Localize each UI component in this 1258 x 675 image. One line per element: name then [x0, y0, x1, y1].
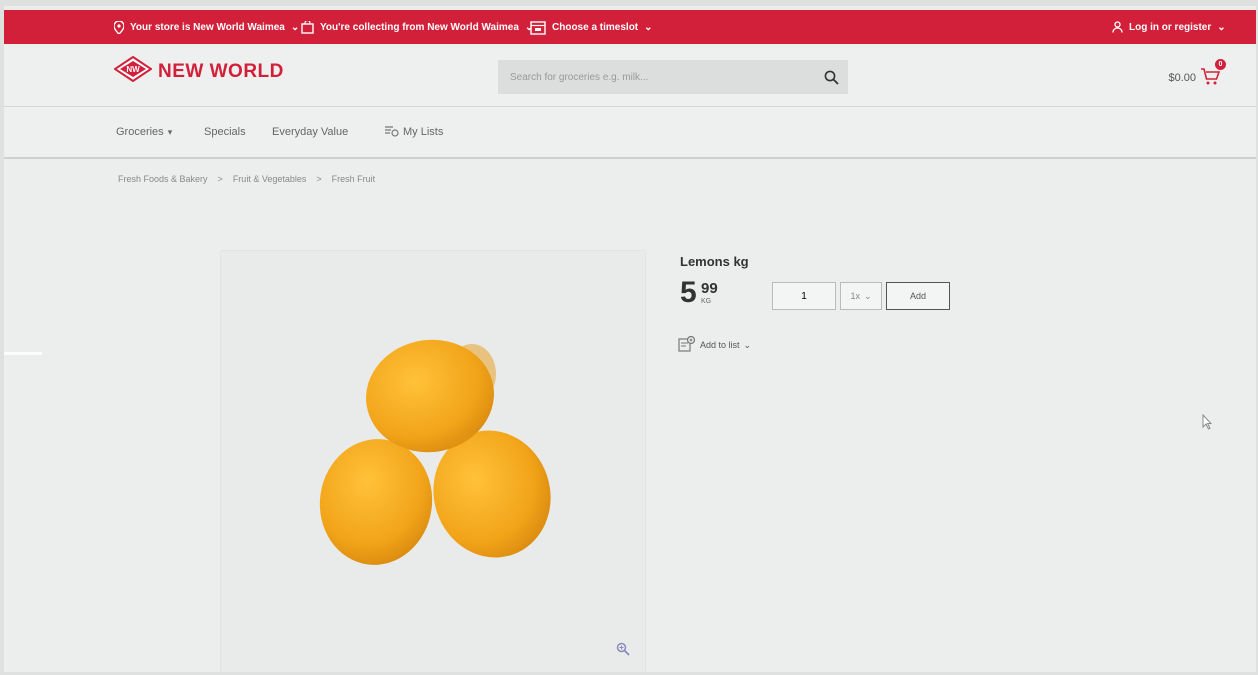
- unit-select[interactable]: 1x ⌄: [840, 282, 882, 310]
- zoom-icon[interactable]: [616, 642, 630, 661]
- search-icon[interactable]: [814, 70, 848, 85]
- store-label: Your store is New World Waimea: [130, 21, 285, 33]
- chevron-down-icon: ⌄: [1217, 21, 1226, 33]
- nav-my-lists[interactable]: My Lists: [384, 125, 443, 140]
- main-nav: Groceries ▾ Specials Everyday Value My L…: [4, 107, 1256, 159]
- top-bar: Your store is New World Waimea ⌄ You're …: [4, 10, 1256, 44]
- cart-icon: 0: [1200, 59, 1226, 89]
- logo-badge-icon: NW: [113, 55, 153, 87]
- search-input[interactable]: [498, 70, 814, 84]
- logo-badge-text: NW: [126, 65, 140, 74]
- chevron-down-icon: ⌄: [644, 21, 653, 33]
- price-dollars: 5: [680, 276, 697, 309]
- add-to-list-icon: [678, 335, 696, 354]
- chevron-down-icon: ⌄: [290, 21, 300, 33]
- add-to-list-label: Add to list: [700, 340, 740, 350]
- breadcrumb-separator: >: [316, 174, 322, 184]
- breadcrumb-separator: >: [217, 174, 223, 184]
- timeslot-selector[interactable]: Choose a timeslot ⌄: [530, 10, 653, 44]
- cart-count-badge: 0: [1215, 59, 1226, 70]
- product-price: 5 99 KG: [680, 276, 718, 309]
- new-world-logo[interactable]: NW NEW WORLD: [113, 55, 284, 87]
- login-label: Log in or register: [1129, 21, 1212, 33]
- mouse-pointer-icon: [1202, 413, 1213, 435]
- nav-everyday-value-label: Everyday Value: [272, 126, 349, 138]
- product-image-lemons: [319, 339, 551, 565]
- price-cents: 99: [701, 280, 718, 297]
- breadcrumb: Fresh Foods & Bakery > Fruit & Vegetable…: [118, 174, 375, 184]
- location-pin-icon: [114, 20, 124, 34]
- breadcrumb-item[interactable]: Fresh Fruit: [332, 174, 376, 184]
- search-bar: [498, 60, 848, 94]
- cart-button[interactable]: $0.00 0: [1168, 59, 1226, 89]
- chevron-down-icon: ⌄: [743, 339, 752, 350]
- unit-select-value: 1x: [850, 291, 860, 301]
- screen-glare: [4, 352, 42, 355]
- nav-my-lists-label: My Lists: [403, 126, 444, 138]
- store-selector[interactable]: Your store is New World Waimea ⌄: [114, 10, 299, 44]
- quantity-input[interactable]: [772, 282, 836, 310]
- cart-total: $0.00: [1168, 71, 1196, 84]
- nav-specials-label: Specials: [204, 126, 246, 138]
- price-unit: KG: [701, 298, 712, 305]
- nav-specials[interactable]: Specials: [204, 126, 246, 138]
- nav-groceries[interactable]: Groceries ▾: [116, 126, 172, 138]
- logo-text: NEW WORLD: [158, 60, 284, 82]
- shopping-bag-icon: [301, 20, 314, 34]
- user-icon: [1112, 21, 1123, 33]
- calendar-icon: [530, 20, 546, 35]
- login-register[interactable]: Log in or register ⌄: [1112, 10, 1226, 44]
- breadcrumb-item[interactable]: Fruit & Vegetables: [233, 174, 307, 184]
- chevron-down-icon: ⌄: [863, 290, 872, 301]
- collecting-label: You're collecting from New World Waimea: [320, 21, 519, 33]
- product-title: Lemons kg: [680, 254, 749, 269]
- list-icon: [384, 125, 399, 140]
- chevron-down-icon: ▾: [167, 126, 173, 137]
- timeslot-label: Choose a timeslot: [552, 21, 639, 33]
- nav-groceries-label: Groceries: [116, 126, 164, 138]
- nav-everyday-value[interactable]: Everyday Value: [272, 126, 348, 138]
- add-to-list-dropdown[interactable]: Add to list ⌄: [678, 335, 752, 354]
- header: NW NEW WORLD $0.00 0: [4, 44, 1256, 107]
- collection-selector[interactable]: You're collecting from New World Waimea …: [301, 10, 533, 44]
- breadcrumb-item[interactable]: Fresh Foods & Bakery: [118, 174, 208, 184]
- add-to-cart-button[interactable]: Add: [886, 282, 950, 310]
- screen: Your store is New World Waimea ⌄ You're …: [4, 6, 1256, 672]
